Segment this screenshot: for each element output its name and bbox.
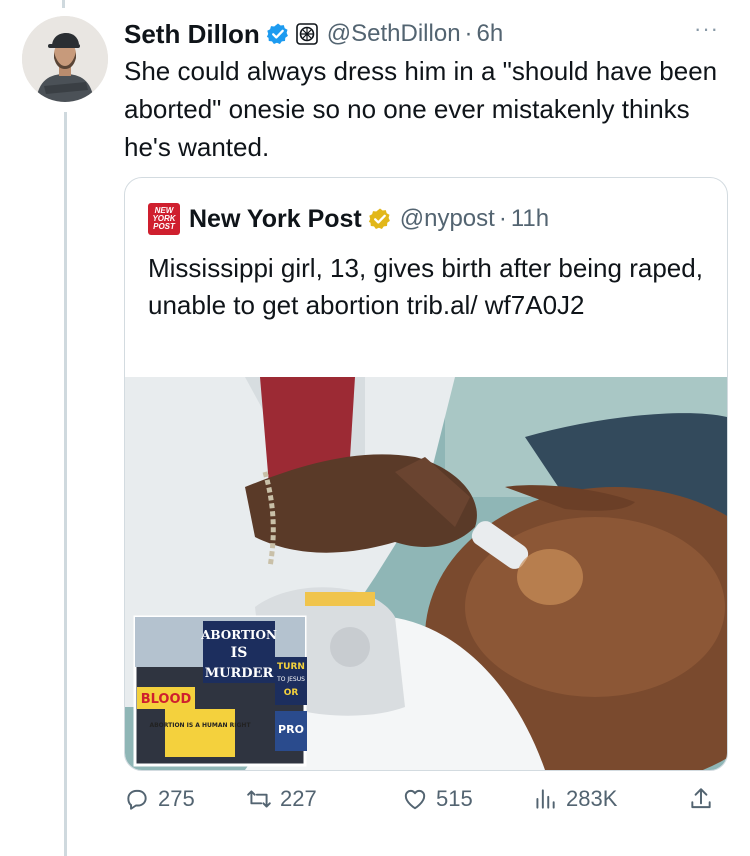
sign-text-or: OR — [284, 688, 299, 698]
tweet-text: She could always dress him in a "should … — [124, 56, 718, 162]
sign-text-pro: PRO — [278, 723, 304, 736]
like-count: 515 — [436, 786, 473, 811]
sign-text-blood: BLOOD — [141, 692, 192, 707]
share-button[interactable] — [688, 786, 722, 812]
tweet-time[interactable]: 6h — [477, 20, 504, 48]
gold-verified-badge-icon — [368, 208, 390, 229]
tweet-actions: 275 227 515 283K — [124, 786, 734, 820]
sign-text-human-right: ABORTION IS A HUMAN RIGHT — [149, 722, 251, 729]
reply-button[interactable]: 275 — [124, 786, 195, 812]
sign-text-murder: MURDER — [205, 666, 274, 681]
quoted-tweet[interactable]: NEW YORK POST New York Post @nypost · 11… — [124, 177, 728, 771]
quoted-tweet-header: NEW YORK POST New York Post @nypost · 11… — [148, 202, 549, 236]
reply-icon — [127, 789, 147, 810]
retweet-count: 227 — [280, 786, 317, 811]
view-count: 283K — [566, 786, 618, 811]
quoted-tweet-image[interactable]: ABORTION IS MURDER BLOOD TURN TO JESUS O… — [125, 377, 727, 770]
author-name[interactable]: Seth Dillon — [124, 19, 260, 50]
quoted-author-name[interactable]: New York Post — [189, 205, 362, 234]
analytics-icon — [536, 789, 555, 809]
heart-icon — [404, 789, 426, 810]
thread-line — [64, 112, 67, 856]
nypost-logo: NEW YORK POST — [148, 203, 180, 235]
sign-text-turn: TURN — [277, 662, 305, 672]
sign-text-abortion: ABORTION — [200, 628, 277, 642]
retweet-icon — [247, 790, 271, 808]
author-handle[interactable]: @SethDillon — [327, 20, 461, 48]
quoted-author-handle[interactable]: @nypost — [400, 205, 495, 233]
sign-text-is: IS — [231, 645, 248, 661]
views-button[interactable]: 283K — [532, 786, 617, 812]
tweet-header: Seth Dillon @SethDillon · 6h — [124, 14, 734, 54]
thread-line-top — [62, 0, 65, 8]
retweet-button[interactable]: 227 — [246, 786, 317, 812]
separator-dot: · — [498, 205, 507, 232]
affiliate-icon[interactable] — [295, 22, 319, 46]
quoted-tweet-text: Mississippi girl, 13, gives birth after … — [148, 253, 703, 320]
reply-count: 275 — [158, 786, 195, 811]
quoted-tweet-time[interactable]: 11h — [511, 205, 549, 233]
sign-text-to-jesus: TO JESUS — [276, 676, 305, 683]
avatar[interactable] — [22, 16, 108, 102]
separator-dot: · — [464, 20, 473, 47]
more-icon[interactable]: ··· — [694, 16, 750, 42]
like-button[interactable]: 515 — [402, 786, 473, 812]
share-icon — [691, 788, 711, 809]
verified-badge-icon — [266, 23, 288, 44]
